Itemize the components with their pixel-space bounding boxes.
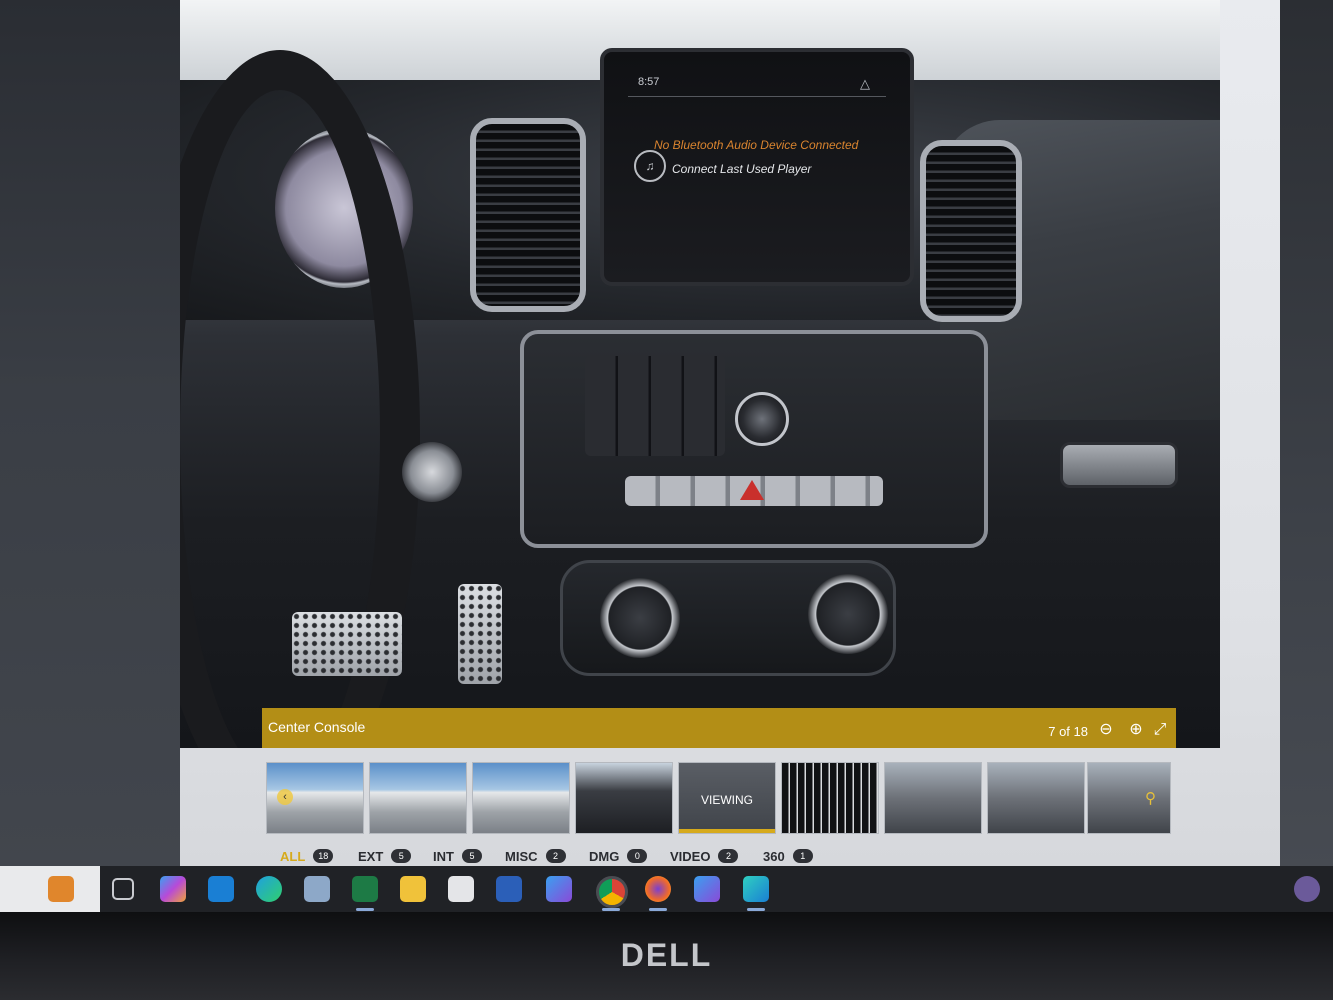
word-icon[interactable] (496, 876, 522, 902)
filter-label: EXT (358, 848, 384, 864)
filter-label: 360 (763, 848, 785, 864)
monitor-bezel-left (0, 0, 180, 870)
main-photo[interactable]: 8:57 △ No Bluetooth Audio Device Connect… (180, 0, 1220, 748)
filter-label: INT (433, 848, 454, 864)
previous-arrow-icon[interactable]: ‹ (277, 789, 293, 805)
photo-air-vent-right (920, 140, 1022, 322)
excel-active-indicator (356, 908, 374, 911)
chrome-icon[interactable] (596, 876, 628, 908)
filter-count: 18 (313, 849, 334, 863)
photo-climate-knob-right (808, 574, 888, 654)
profile-icon[interactable] (1294, 876, 1320, 902)
filter-count: 1 (792, 849, 813, 863)
excel-icon[interactable] (352, 876, 378, 902)
filter-count: 5 (391, 849, 412, 863)
photo-counter: 7 of 18 (1048, 724, 1088, 739)
filter-all[interactable]: ALL 18 (280, 846, 334, 866)
zoom-in-icon[interactable]: ⊕ (1126, 720, 1146, 740)
chrome-active-indicator (602, 908, 620, 911)
monitor-bezel-right (1280, 0, 1333, 870)
photo-air-vent-left (470, 118, 586, 312)
filter-label: DMG (589, 848, 620, 864)
media-icon: ♫ (634, 150, 666, 182)
photo-radio-buttons (585, 356, 725, 456)
display-message: No Bluetooth Audio Device Connected (654, 138, 859, 152)
copilot-alt-icon[interactable] (694, 876, 720, 902)
edge-icon[interactable] (256, 876, 282, 902)
viewing-label: VIEWING (700, 793, 753, 807)
navigation-icon: △ (860, 76, 870, 91)
photo-caption: Center Console (268, 719, 366, 735)
filter-label: MISC (505, 848, 538, 864)
thumbnail-2[interactable] (369, 762, 467, 834)
firefox-active-indicator (649, 908, 667, 911)
thumbnail-3[interactable] (472, 762, 570, 834)
photo-caption-bar: Center Console 7 of 18 ⊖ ⊕ ⤢ (262, 708, 1176, 748)
photo-radio-knob (735, 392, 789, 446)
remote-desktop-icon[interactable] (304, 876, 330, 902)
thumbnail-9[interactable]: ⚲ (1087, 762, 1171, 834)
filter-360[interactable]: 360 1 (763, 846, 813, 866)
display-divider (628, 96, 886, 97)
monitor-brand-logo: DELL (620, 937, 713, 973)
photo-start-button (402, 442, 462, 502)
work-icon[interactable] (48, 876, 74, 902)
filter-count: 2 (545, 849, 566, 863)
viewing-indicator (679, 829, 775, 833)
mail-icon[interactable] (208, 876, 234, 902)
filter-video[interactable]: VIDEO 2 (670, 846, 739, 866)
display-time: 8:57 (638, 76, 660, 88)
file-explorer-icon[interactable] (400, 876, 426, 902)
thumbnail-8[interactable] (987, 762, 1085, 834)
collapse-icon[interactable]: ⤢ (1150, 720, 1170, 740)
task-view-icon[interactable] (112, 878, 134, 900)
thumbnail-7[interactable] (884, 762, 982, 834)
photo-glovebox-handle (1060, 442, 1178, 488)
filter-count: 2 (718, 849, 739, 863)
paint-icon[interactable] (448, 876, 474, 902)
firefox-icon[interactable] (645, 876, 671, 902)
copilot-icon[interactable] (160, 876, 186, 902)
thumbnail-4[interactable] (575, 762, 673, 834)
search-icon[interactable]: ⚲ (1145, 789, 1156, 807)
thumbnail-current[interactable]: VIEWING (678, 762, 776, 834)
filter-ext[interactable]: EXT 5 (358, 846, 412, 866)
photo-climate-knob-left (600, 578, 680, 658)
photo-brake-pedal (292, 612, 402, 676)
photo-hazard-button (740, 480, 764, 500)
filter-label: VIDEO (670, 848, 711, 864)
thumbnail-1[interactable]: ‹ (266, 762, 364, 834)
windows-taskbar (0, 866, 1333, 912)
filter-misc[interactable]: MISC 2 (505, 846, 566, 866)
thumbnail-6[interactable] (781, 762, 879, 834)
filter-label: ALL (280, 848, 306, 864)
photo-infotainment-display: 8:57 △ No Bluetooth Audio Device Connect… (600, 48, 914, 286)
filter-dmg[interactable]: DMG 0 (589, 846, 648, 866)
copilot-app-icon[interactable] (546, 876, 572, 902)
display-action: Connect Last Used Player (672, 162, 812, 176)
photo-accelerator-pedal (458, 584, 502, 684)
filter-count: 0 (627, 849, 648, 863)
app-active-indicator (747, 908, 765, 911)
filter-count: 5 (461, 849, 482, 863)
app-icon[interactable] (743, 876, 769, 902)
filter-int[interactable]: INT 5 (433, 846, 482, 866)
zoom-out-icon[interactable]: ⊖ (1096, 720, 1116, 740)
